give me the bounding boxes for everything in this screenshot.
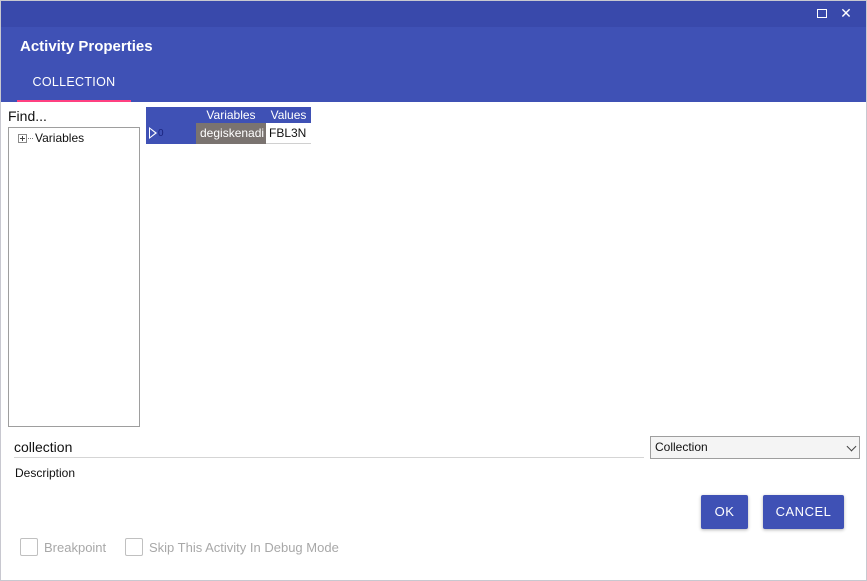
activity-name-input[interactable] [14, 437, 644, 458]
description-label: Description [15, 466, 76, 480]
skip-debug-label: Skip This Activity In Debug Mode [149, 539, 339, 555]
tab-active-indicator [17, 100, 131, 102]
column-header-values[interactable]: Values [266, 107, 311, 123]
chevron-down-icon [846, 441, 857, 452]
tree-node-variables[interactable]: Variables [18, 131, 84, 145]
dialog-title: Activity Properties [20, 38, 153, 55]
close-icon[interactable]: ✕ [837, 5, 855, 23]
find-input[interactable]: Find... [8, 107, 140, 125]
checkbox-box[interactable] [20, 538, 38, 556]
activity-properties-dialog: ✕ Activity Properties COLLECTION Find...… [0, 0, 867, 581]
maximize-icon[interactable] [813, 5, 831, 23]
row-header[interactable]: 0 [146, 123, 196, 144]
cell-value[interactable]: FBL3N [266, 123, 311, 144]
type-select-value: Collection [655, 440, 708, 454]
window-titlebar[interactable]: ✕ [1, 1, 866, 27]
type-select[interactable]: Collection [650, 436, 860, 459]
tree-connector [28, 137, 33, 139]
ok-button[interactable]: OK [701, 495, 748, 529]
tree-node-label: Variables [35, 131, 85, 145]
cancel-button[interactable]: CANCEL [763, 495, 844, 529]
column-header-variables[interactable]: Variables [196, 107, 266, 123]
row-index: 0 [158, 128, 164, 139]
dialog-header: Activity Properties COLLECTION [1, 27, 866, 102]
table-row[interactable]: 0 degiskenadi FBL3N [146, 123, 311, 144]
skip-debug-checkbox[interactable]: Skip This Activity In Debug Mode [125, 538, 339, 556]
expand-plus-icon[interactable] [18, 133, 27, 143]
cell-variable[interactable]: degiskenadi [196, 123, 266, 144]
grid-header: Variables Values [146, 107, 311, 123]
variables-tree[interactable]: Variables [8, 127, 140, 427]
breakpoint-label: Breakpoint [44, 539, 107, 555]
breakpoint-checkbox[interactable]: Breakpoint [20, 538, 106, 556]
checkbox-box[interactable] [125, 538, 143, 556]
tab-collection[interactable]: COLLECTION [17, 67, 131, 102]
tab-label: COLLECTION [32, 75, 116, 89]
